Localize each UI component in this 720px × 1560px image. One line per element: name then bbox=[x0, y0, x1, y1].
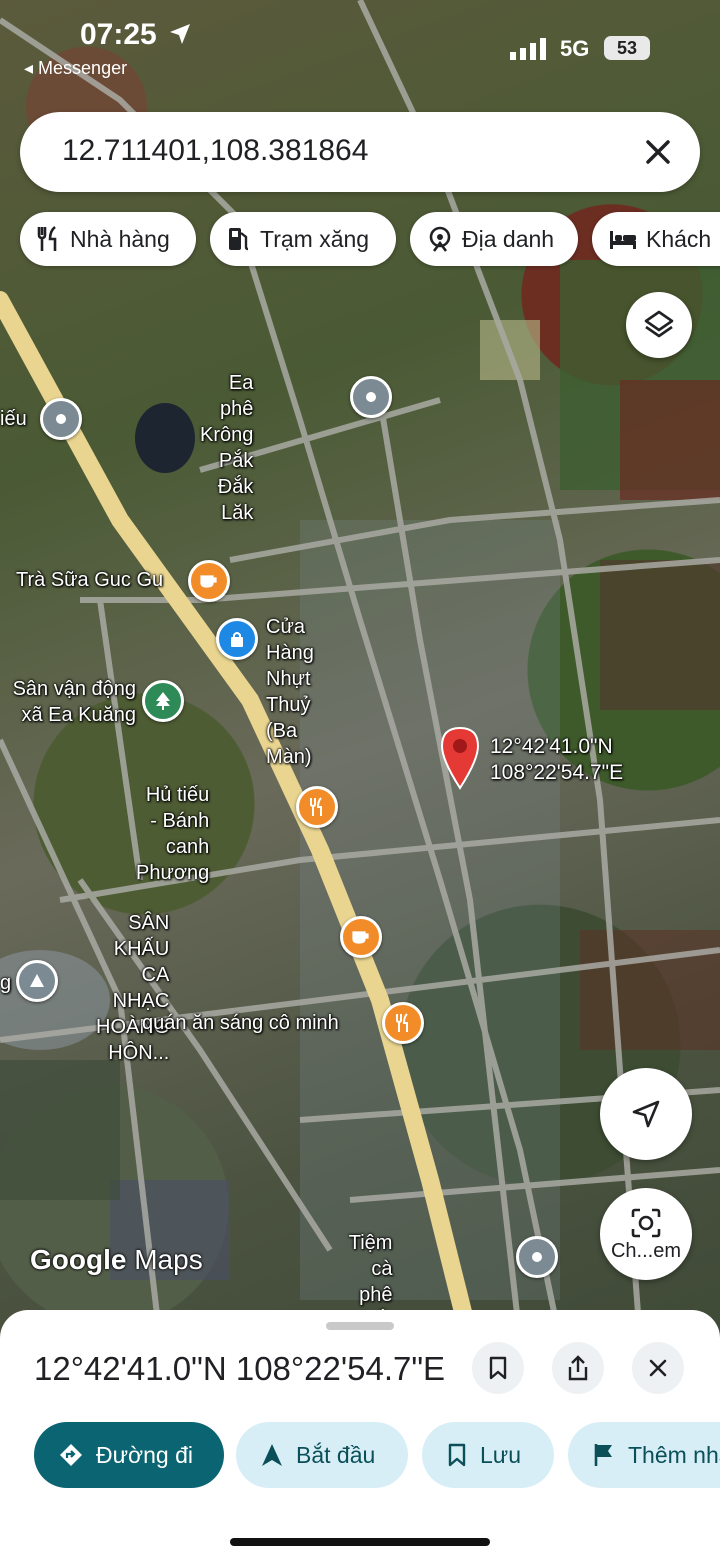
navigation-arrow-icon bbox=[262, 1444, 282, 1466]
dot-icon bbox=[532, 1252, 542, 1262]
poi-pin-shop[interactable] bbox=[216, 618, 258, 660]
back-to-messenger[interactable]: ◂ Messenger bbox=[24, 58, 127, 79]
poi-label: Ea phê Krông Pắk Đắk Lăk bbox=[200, 372, 254, 524]
save-action-button[interactable]: Lưu bbox=[422, 1422, 554, 1488]
signal-icon bbox=[510, 38, 546, 60]
action-label: Thêm nhãn bbox=[628, 1441, 720, 1468]
dot-icon bbox=[366, 392, 376, 402]
share-button[interactable] bbox=[552, 1342, 604, 1394]
navigation-arrow-icon bbox=[632, 1100, 660, 1128]
chip-label: Địa danh bbox=[462, 225, 555, 252]
add-label-button[interactable]: Thêm nhãn bbox=[568, 1422, 720, 1488]
start-button[interactable]: Bắt đầu bbox=[236, 1422, 408, 1488]
home-indicator[interactable] bbox=[230, 1538, 490, 1546]
dropped-pin-label: 12°42'41.0"N 108°22'54.7"E bbox=[490, 735, 624, 784]
poi-label: g bbox=[0, 972, 12, 994]
battery-level: 53 bbox=[604, 36, 650, 60]
tree-icon bbox=[156, 692, 170, 710]
search-bar[interactable]: 12.711401,108.381864 bbox=[20, 112, 700, 192]
sheet-title: 12°42'41.0"N 108°22'54.7"E bbox=[34, 1350, 446, 1387]
poi-label: Hủ tiếu - Bánh canh Phương bbox=[136, 784, 210, 884]
save-button[interactable] bbox=[472, 1342, 524, 1394]
chip-label: Nhà hàng bbox=[70, 225, 170, 252]
chip-label: Khách bbox=[646, 225, 712, 252]
gas-pump-icon bbox=[229, 228, 249, 251]
action-label: Bắt đầu bbox=[296, 1441, 376, 1468]
network-type: 5G bbox=[560, 36, 590, 61]
share-icon bbox=[568, 1355, 588, 1381]
chip-landmarks[interactable]: Địa danh bbox=[410, 212, 578, 266]
flag-icon bbox=[594, 1444, 612, 1466]
poi-pin-gray[interactable] bbox=[16, 960, 58, 1002]
poi-pin-restaurant[interactable] bbox=[296, 786, 338, 828]
landmark-icon bbox=[429, 226, 451, 252]
action-label: Đường đi bbox=[96, 1441, 193, 1468]
dot-icon bbox=[56, 414, 66, 424]
poi-label: iếu bbox=[0, 408, 27, 430]
layers-button[interactable] bbox=[626, 292, 692, 358]
poi-pin-cafe[interactable] bbox=[188, 560, 230, 602]
place-sheet: 12°42'41.0"N 108°22'54.7"E Đường đi Bắt … bbox=[0, 1310, 720, 1560]
poi-label: Cửa Hàng Nhựt Thuỷ (Ba Màn) bbox=[266, 616, 314, 768]
sheet-drag-handle[interactable] bbox=[326, 1322, 394, 1330]
chip-restaurants[interactable]: Nhà hàng bbox=[20, 212, 196, 266]
directions-icon bbox=[60, 1444, 82, 1466]
search-input[interactable]: 12.711401,108.381864 bbox=[62, 134, 368, 168]
chip-label: Trạm xăng bbox=[260, 225, 370, 252]
google-maps-logo: Google Maps bbox=[30, 1244, 203, 1276]
shopping-bag-icon bbox=[231, 632, 243, 647]
poi-pin-gray[interactable] bbox=[40, 398, 82, 440]
fork-knife-icon bbox=[37, 225, 57, 251]
poi-label: SÂN KHẤU CA NHẠC HOÀNG HÔN... bbox=[96, 912, 170, 1064]
tent-icon bbox=[30, 974, 44, 987]
poi-pin-gray[interactable] bbox=[516, 1236, 558, 1278]
dropped-pin-icon[interactable] bbox=[440, 726, 480, 790]
lens-label: Ch...em bbox=[610, 1239, 682, 1262]
poi-pin-park[interactable] bbox=[142, 680, 184, 722]
poi-label: quán ăn sáng cô minh bbox=[142, 1012, 339, 1034]
close-icon[interactable] bbox=[638, 132, 678, 172]
bed-icon bbox=[610, 231, 636, 249]
coffee-cup-icon bbox=[352, 931, 369, 944]
close-icon bbox=[649, 1359, 667, 1377]
logo-google: Google bbox=[30, 1244, 127, 1275]
chip-hotels[interactable]: Khách bbox=[592, 212, 720, 266]
poi-pin-cafe[interactable] bbox=[340, 916, 382, 958]
coffee-cup-icon bbox=[200, 575, 217, 588]
directions-button[interactable]: Đường đi bbox=[34, 1422, 224, 1488]
bookmark-icon bbox=[489, 1356, 507, 1380]
poi-pin-restaurant[interactable] bbox=[382, 1002, 424, 1044]
my-location-button[interactable] bbox=[600, 1068, 692, 1160]
chip-gas-stations[interactable]: Trạm xăng bbox=[210, 212, 396, 266]
bookmark-icon bbox=[448, 1443, 466, 1467]
status-time: 07:25 bbox=[80, 18, 157, 51]
poi-label: Trà Sữa Guc Gu bbox=[16, 569, 164, 591]
poi-pin-gray[interactable] bbox=[350, 376, 392, 418]
lens-button[interactable]: Ch...em bbox=[600, 1188, 692, 1280]
location-arrow-icon bbox=[170, 24, 190, 44]
fork-knife-icon bbox=[310, 797, 322, 816]
camera-lens-icon bbox=[631, 1208, 661, 1237]
poi-label: Sân vận động xã Ea Kuăng bbox=[12, 678, 136, 726]
close-sheet-button[interactable] bbox=[632, 1342, 684, 1394]
fork-knife-icon bbox=[396, 1013, 408, 1032]
status-bar: 07:25 ◂ Messenger 5G 53 bbox=[0, 0, 720, 90]
layers-icon bbox=[644, 310, 674, 338]
logo-maps: Maps bbox=[134, 1244, 203, 1275]
action-label: Lưu bbox=[480, 1441, 521, 1468]
